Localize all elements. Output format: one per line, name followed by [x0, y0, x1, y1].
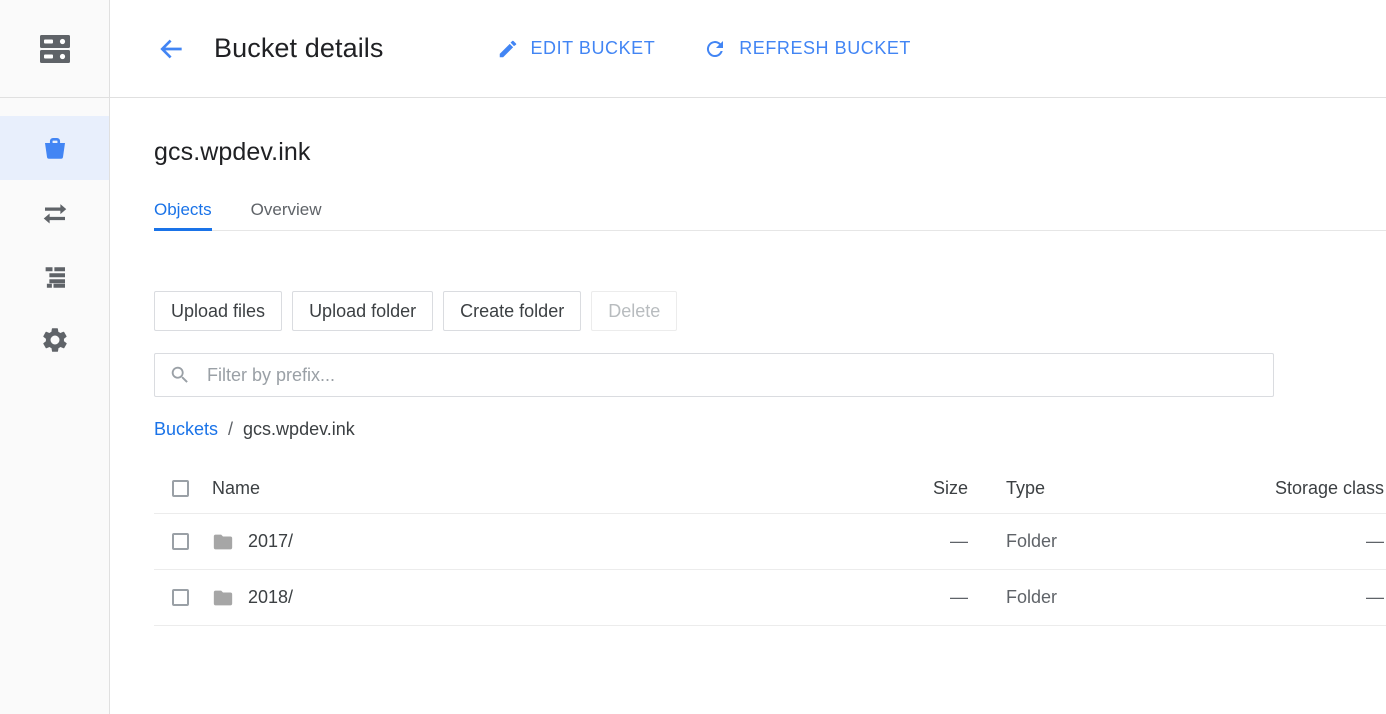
folder-icon [212, 531, 234, 553]
sidebar-item-browser[interactable] [0, 116, 109, 180]
column-header-storage-class[interactable]: Storage class [1156, 478, 1386, 499]
left-nav-rail [0, 0, 110, 714]
refresh-bucket-button[interactable]: REFRESH BUCKET [703, 37, 911, 61]
top-bar: Bucket details EDIT BUCKET REFRESH BUCKE… [110, 0, 1386, 98]
upload-folder-button[interactable]: Upload folder [292, 291, 433, 331]
sidebar-item-transfer-appliance[interactable] [0, 244, 109, 308]
edit-bucket-button[interactable]: EDIT BUCKET [497, 38, 656, 60]
rail-item-list [0, 98, 109, 372]
breadcrumb-separator: / [228, 419, 233, 440]
column-header-type[interactable]: Type [976, 478, 1156, 499]
back-button[interactable] [154, 32, 188, 66]
table-row[interactable]: 2017/ — Folder — [154, 514, 1386, 570]
refresh-icon [703, 37, 727, 61]
sidebar-item-settings[interactable] [0, 308, 109, 372]
pencil-icon [497, 38, 519, 60]
gear-icon [40, 325, 70, 355]
select-all-cell [154, 480, 212, 497]
list-indent-icon [40, 261, 70, 291]
table-row[interactable]: 2018/ — Folder — [154, 570, 1386, 626]
refresh-bucket-label: REFRESH BUCKET [739, 38, 911, 59]
row-type: Folder [976, 587, 1156, 608]
column-header-name[interactable]: Name [212, 478, 866, 499]
objects-table: Name Size Type Storage class 2017/ [154, 464, 1386, 626]
row-checkbox[interactable] [172, 533, 189, 550]
row-checkbox[interactable] [172, 589, 189, 606]
row-storage-class: — [1156, 587, 1386, 608]
row-size: — [866, 587, 976, 608]
upload-files-button[interactable]: Upload files [154, 291, 282, 331]
arrow-left-icon [155, 33, 187, 65]
object-action-buttons: Upload files Upload folder Create folder… [154, 291, 1386, 331]
storage-rack-icon [33, 27, 77, 71]
filter-bar [154, 353, 1274, 397]
main-area: Bucket details EDIT BUCKET REFRESH BUCKE… [110, 0, 1386, 714]
row-name-label[interactable]: 2017/ [248, 531, 293, 552]
top-bar-actions: EDIT BUCKET REFRESH BUCKET [497, 37, 911, 61]
breadcrumb: Buckets / gcs.wpdev.ink [154, 419, 1386, 440]
tab-overview[interactable]: Overview [251, 200, 322, 231]
row-size: — [866, 531, 976, 552]
sidebar-item-transfer[interactable] [0, 180, 109, 244]
create-folder-button[interactable]: Create folder [443, 291, 581, 331]
transfer-arrows-icon [40, 197, 70, 227]
page-title: Bucket details [214, 33, 384, 64]
content-area: gcs.wpdev.ink Objects Overview Upload fi… [110, 98, 1386, 714]
edit-bucket-label: EDIT BUCKET [531, 38, 656, 59]
row-type: Folder [976, 531, 1156, 552]
row-name-cell: 2018/ [212, 587, 866, 609]
table-header-row: Name Size Type Storage class [154, 464, 1386, 514]
tab-bar: Objects Overview [154, 191, 1386, 231]
column-header-size[interactable]: Size [866, 478, 976, 499]
row-select-cell [154, 533, 212, 550]
breadcrumb-current: gcs.wpdev.ink [243, 419, 355, 440]
breadcrumb-buckets-link[interactable]: Buckets [154, 419, 218, 440]
bucket-icon [40, 133, 70, 163]
bucket-details-page: Bucket details EDIT BUCKET REFRESH BUCKE… [0, 0, 1386, 714]
row-name-cell: 2017/ [212, 531, 866, 553]
product-logo [0, 0, 109, 98]
row-storage-class: — [1156, 531, 1386, 552]
bucket-name-heading: gcs.wpdev.ink [154, 138, 1386, 167]
tab-objects[interactable]: Objects [154, 200, 212, 231]
row-select-cell [154, 589, 212, 606]
select-all-checkbox[interactable] [172, 480, 189, 497]
row-name-label[interactable]: 2018/ [248, 587, 293, 608]
filter-by-prefix-input[interactable] [205, 364, 1259, 387]
search-icon [169, 364, 191, 386]
folder-icon [212, 587, 234, 609]
delete-button[interactable]: Delete [591, 291, 677, 331]
